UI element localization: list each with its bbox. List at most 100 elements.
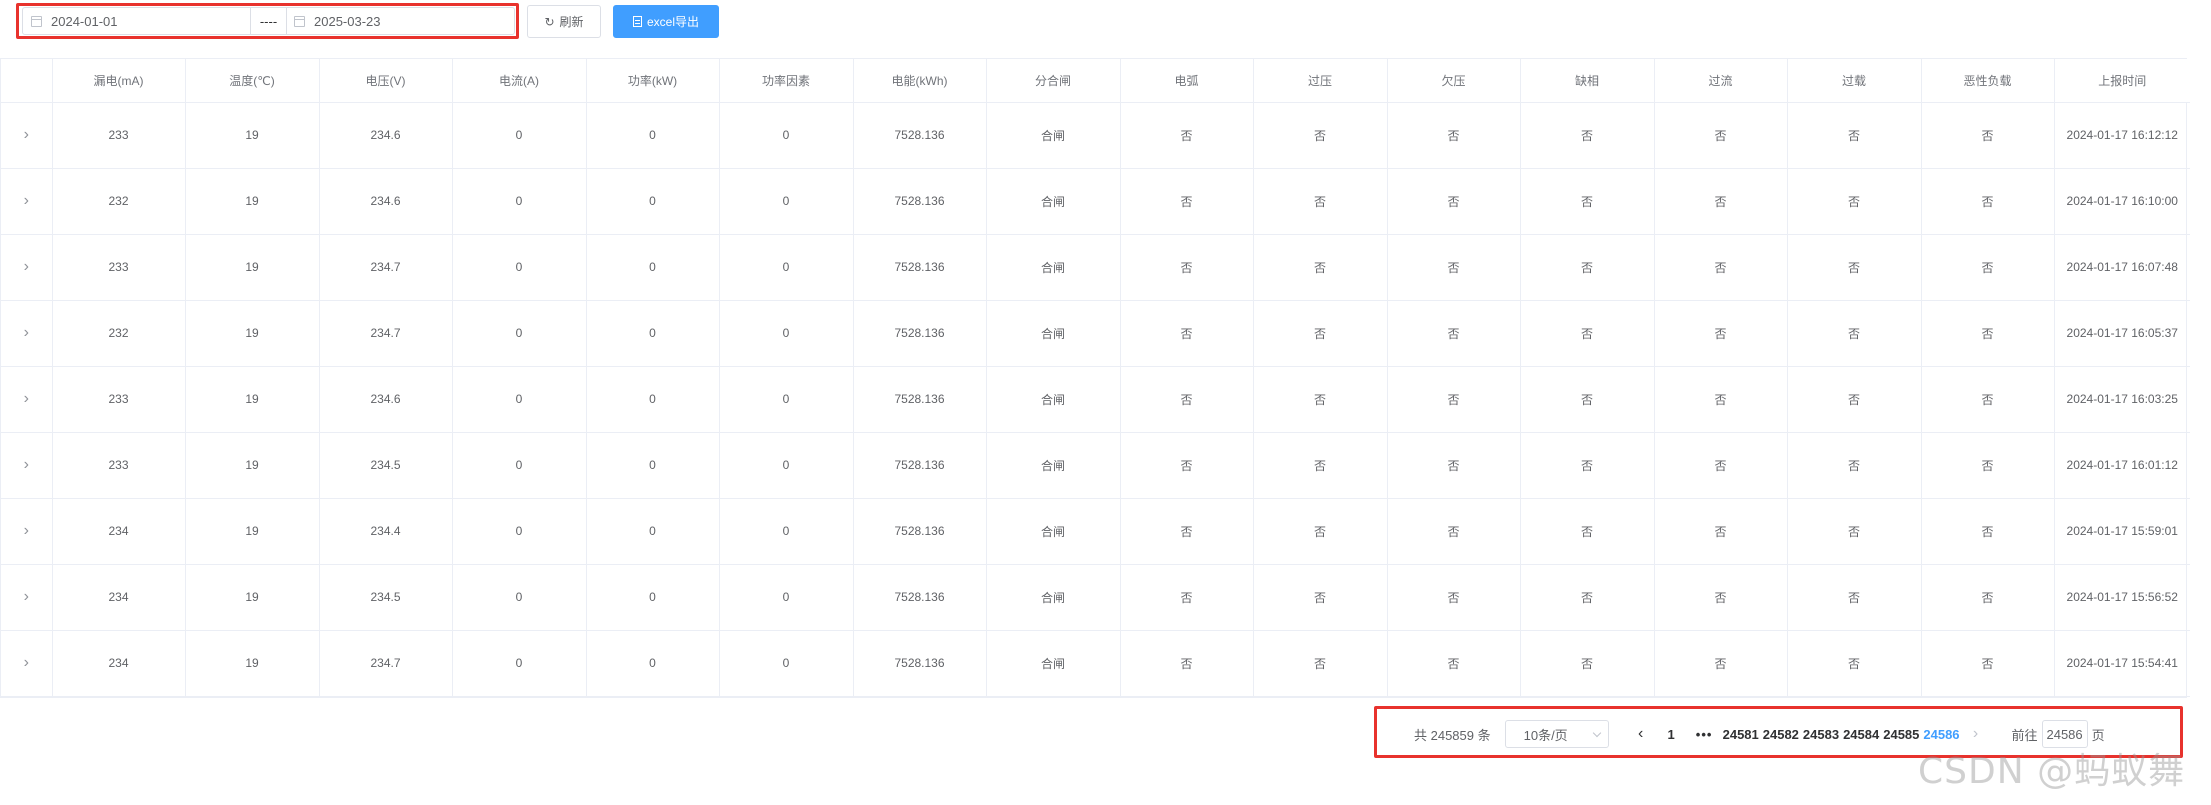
page-1-button[interactable]: 1: [1655, 727, 1688, 742]
total-count: 共 245859 条: [1414, 727, 1491, 743]
refresh-button[interactable]: ↻ 刷新: [527, 5, 601, 38]
page-number-button[interactable]: 24583: [1801, 727, 1841, 742]
column-header: 分合闸: [986, 59, 1121, 103]
prev-page-button[interactable]: ‹: [1627, 725, 1655, 743]
chevron-right-icon[interactable]: ›: [24, 258, 29, 275]
page-number-button[interactable]: 24581: [1721, 727, 1761, 742]
table-cell: 0: [452, 366, 587, 433]
table-cell: 19: [185, 168, 320, 235]
table-cell: 19: [185, 432, 320, 499]
expand-cell[interactable]: ›: [1, 300, 53, 367]
table-cell: 否: [1921, 234, 2055, 301]
table-cell: 合闸: [986, 300, 1121, 367]
expand-cell[interactable]: ›: [1, 234, 53, 301]
table-cell: 否: [1120, 234, 1254, 301]
table-cell: 否: [1120, 564, 1254, 631]
expand-column-header: [1, 59, 53, 103]
chevron-right-icon[interactable]: ›: [24, 126, 29, 143]
report-time-cell: 2024-01-17 16:05:37: [2054, 300, 2190, 367]
table-header-row: 漏电(mA) 温度(℃) 电压(V) 电流(A) 功率(kW) 功率因素 电能(kWh) 分合…: [1, 59, 2190, 103]
date-end-field[interactable]: 2025-03-23: [294, 8, 514, 34]
chevron-right-icon[interactable]: ›: [24, 390, 29, 407]
table-cell: 否: [1520, 102, 1655, 169]
chevron-right-icon[interactable]: ›: [24, 324, 29, 341]
table-cell: 否: [1520, 234, 1655, 301]
table-row[interactable]: › 233 19 234.5 0 0 0 7528.136 合闸否否否否否否否 2024-01-1…: [1, 432, 2190, 499]
column-header: 上报时间: [2054, 59, 2190, 103]
chevron-right-icon[interactable]: ›: [24, 588, 29, 605]
expand-cell[interactable]: ›: [1, 432, 53, 499]
page-number-button[interactable]: 24582: [1761, 727, 1801, 742]
table-cell: 否: [1921, 300, 2055, 367]
expand-cell[interactable]: ›: [1, 102, 53, 169]
column-header: 电能(kWh): [853, 59, 987, 103]
report-time-cell: 2024-01-17 16:10:00: [2054, 168, 2190, 235]
table-cell: 0: [452, 102, 587, 169]
report-time-cell: 2024-01-17 16:03:25: [2054, 366, 2190, 433]
table-cell: 7528.136: [853, 498, 987, 565]
table-cell: 否: [1120, 630, 1254, 697]
column-header: 温度(℃): [185, 59, 320, 103]
table-cell: 0: [452, 432, 587, 499]
page-number-list: 24581 24582 24583 24584 24585 24586: [1721, 727, 1962, 742]
table-cell: 否: [1787, 432, 1922, 499]
page-number-button[interactable]: 24586: [1921, 727, 1961, 742]
table-cell: 否: [1921, 168, 2055, 235]
table-cell: 19: [185, 630, 320, 697]
expand-cell[interactable]: ›: [1, 366, 53, 433]
more-pages-ellipsis[interactable]: •••: [1688, 727, 1721, 742]
table-cell: 7528.136: [853, 630, 987, 697]
table-cell: 合闸: [986, 630, 1121, 697]
chevron-right-icon[interactable]: ›: [24, 192, 29, 209]
expand-cell[interactable]: ›: [1, 630, 53, 697]
table-cell: 0: [452, 630, 587, 697]
table-row[interactable]: › 232 19 234.7 0 0 0 7528.136 合闸否否否否否否否 2024-01-1…: [1, 300, 2190, 367]
table-cell: 否: [1120, 498, 1254, 565]
page-number-button[interactable]: 24584: [1841, 727, 1881, 742]
expand-cell[interactable]: ›: [1, 498, 53, 565]
table-cell: 233: [52, 366, 186, 433]
report-time-cell: 2024-01-17 16:07:48: [2054, 234, 2190, 301]
table-cell: 234.4: [319, 498, 453, 565]
table-cell: 否: [1787, 630, 1922, 697]
table-cell: 否: [1387, 630, 1521, 697]
table-body: › 233 19 234.6 0 0 0 7528.136 合闸否否否否否否否 2024-01-1…: [1, 102, 2190, 697]
column-header: 过流: [1654, 59, 1788, 103]
excel-export-button[interactable]: excel导出: [613, 5, 719, 38]
table-row[interactable]: › 234 19 234.7 0 0 0 7528.136 合闸否否否否否否否 2024-01-1…: [1, 630, 2190, 697]
table-row[interactable]: › 234 19 234.4 0 0 0 7528.136 合闸否否否否否否否 2024-01-1…: [1, 498, 2190, 565]
table-cell: 否: [1253, 234, 1388, 301]
table-cell: 0: [452, 498, 587, 565]
table-cell: 否: [1120, 102, 1254, 169]
table-cell: 7528.136: [853, 564, 987, 631]
chevron-right-icon[interactable]: ›: [24, 522, 29, 539]
table-cell: 否: [1387, 564, 1521, 631]
table-cell: 19: [185, 102, 320, 169]
table-cell: 0: [719, 564, 854, 631]
date-range-picker[interactable]: 2024-01-01 ---- 2025-03-23: [22, 7, 515, 35]
expand-cell[interactable]: ›: [1, 168, 53, 235]
table-row[interactable]: › 233 19 234.6 0 0 0 7528.136 合闸否否否否否否否 2024-01-1…: [1, 366, 2190, 433]
date-start-field[interactable]: 2024-01-01: [31, 8, 271, 34]
table-cell: 否: [1520, 498, 1655, 565]
chevron-right-icon[interactable]: ›: [24, 654, 29, 671]
page-size-select[interactable]: 10条/页: [1504, 720, 1609, 748]
expand-cell[interactable]: ›: [1, 564, 53, 631]
table-row[interactable]: › 233 19 234.6 0 0 0 7528.136 合闸否否否否否否否 2024-01-1…: [1, 102, 2190, 169]
table-row[interactable]: › 233 19 234.7 0 0 0 7528.136 合闸否否否否否否否 2024-01-1…: [1, 234, 2190, 301]
table-row[interactable]: › 232 19 234.6 0 0 0 7528.136 合闸否否否否否否否 2024-01-1…: [1, 168, 2190, 235]
chevron-right-icon[interactable]: ›: [24, 456, 29, 473]
table-cell: 0: [719, 234, 854, 301]
table-cell: 0: [452, 168, 587, 235]
column-header: 电压(V): [319, 59, 453, 103]
table-cell: 19: [185, 498, 320, 565]
table-cell: 19: [185, 234, 320, 301]
next-page-button[interactable]: ›: [1962, 725, 1990, 743]
table-row[interactable]: › 234 19 234.5 0 0 0 7528.136 合闸否否否否否否否 2024-01-1…: [1, 564, 2190, 631]
table-cell: 否: [1520, 168, 1655, 235]
table-cell: 否: [1387, 432, 1521, 499]
data-table: 漏电(mA) 温度(℃) 电压(V) 电流(A) 功率(kW) 功率因素 电能(kWh) 分合…: [0, 58, 2190, 698]
table-cell: 否: [1654, 630, 1788, 697]
page-number-button[interactable]: 24585: [1881, 727, 1921, 742]
chevron-down-icon: [1592, 728, 1601, 737]
